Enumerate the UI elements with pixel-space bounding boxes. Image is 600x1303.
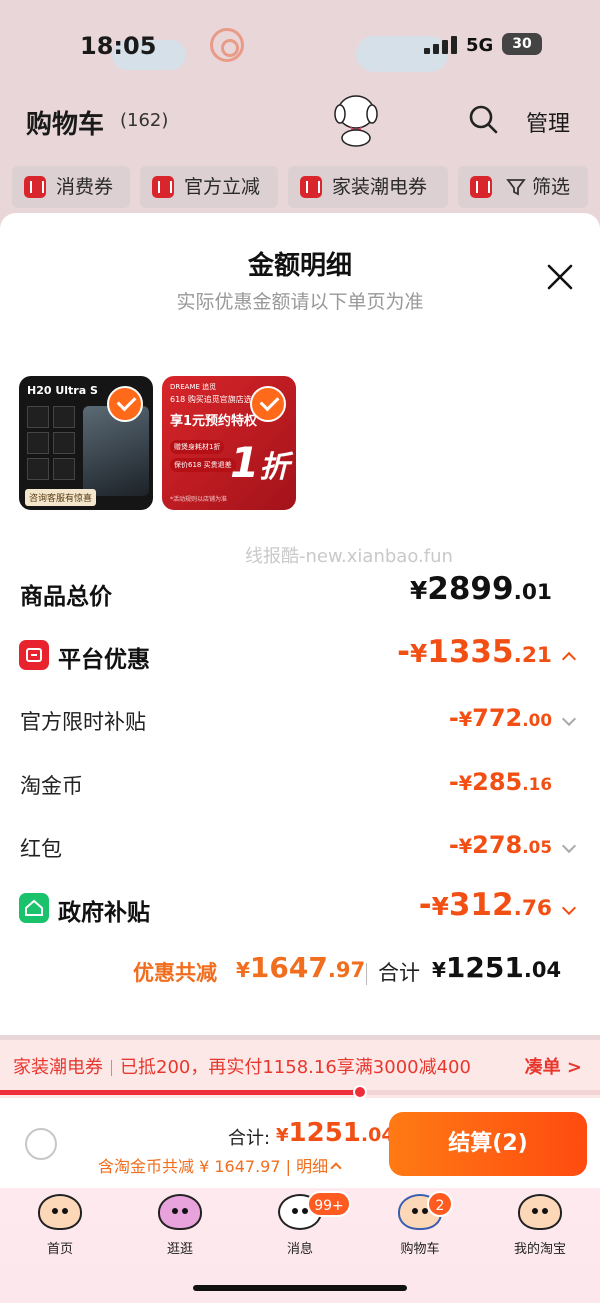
saving-value: ¥1647.97 (236, 951, 366, 984)
selected-check-icon[interactable] (250, 386, 286, 422)
row-red-packet[interactable]: 红包 -¥278.05 (0, 829, 600, 869)
lightning-icon (152, 176, 174, 198)
signal-icon (424, 34, 458, 54)
row-taobao-coins: 淘金币 -¥285.16 (20, 768, 552, 798)
sheet-title: 金额明细 (247, 251, 352, 281)
promo-footnote: *活动规则以店铺为准 (170, 496, 228, 503)
checkout-detail-toggle[interactable]: 含淘金币共减 ¥ 1647.97 | 明细 (98, 1153, 342, 1177)
status-bar: 18:05 5G 30 (0, 0, 600, 90)
product-thumbnail[interactable]: DREAME 追觅 618 购买追觅官旗店选地机 享1元预约特权 赠煲身耗材1折… (162, 376, 296, 510)
watermark: 线报酷-new.xianbao.fun (245, 546, 453, 567)
add-items-link[interactable]: 凑单 > (525, 1053, 582, 1079)
platform-discount-icon (19, 640, 49, 670)
chip-coupon[interactable]: 消费券 (12, 166, 130, 208)
red-packet-value: -¥278.05 (448, 831, 552, 859)
checkout-button[interactable]: 结算(2) (389, 1112, 587, 1176)
platform-discount-value: -¥1335.21 (397, 634, 552, 670)
page-title: 购物车 (26, 110, 105, 140)
tab-cart[interactable]: 购物车 2 (360, 1188, 480, 1258)
row-government-subsidy[interactable]: 政府补贴 -¥312.76 (0, 887, 600, 929)
total-price-value: ¥2899.01 (410, 571, 552, 607)
discount-figure: 1折 (230, 438, 290, 487)
sum-value: ¥1251.04 (432, 951, 562, 984)
sheet-subtitle: 实际优惠金额请以下单页为准 (176, 291, 424, 313)
brand-name: DREAME 追觅 (170, 383, 217, 391)
chevron-up-icon[interactable] (561, 651, 577, 667)
tab-messages[interactable]: 消息 99+ (240, 1188, 360, 1258)
search-icon[interactable] (468, 104, 498, 134)
cart-badge: 2 (427, 1191, 453, 1217)
progress-knob (353, 1085, 367, 1099)
taobao-coins-value: -¥285.16 (448, 768, 552, 796)
close-icon[interactable] (544, 261, 576, 293)
promo-text: 家装潮电券 已抵200，再实付1158.16享满3000减400 (13, 1057, 471, 1078)
tab-home[interactable]: 首页 (0, 1188, 120, 1258)
home-mascot-icon (38, 1194, 82, 1230)
chevron-down-icon[interactable] (561, 838, 577, 854)
chip-home-appliance-coupon[interactable]: 家装潮电券 (288, 166, 448, 208)
checkout-total-value: ¥1251.04 (276, 1118, 395, 1148)
divider (366, 963, 367, 985)
chevron-up-icon (330, 1161, 342, 1174)
government-subsidy-icon (19, 893, 49, 923)
sun-icon (210, 28, 244, 62)
progress-fill (0, 1090, 360, 1095)
tab-my-taobao[interactable]: 我的淘宝 (480, 1188, 600, 1258)
home-indicator (193, 1285, 407, 1291)
browse-mascot-icon (158, 1194, 202, 1230)
messages-badge: 99+ (307, 1191, 351, 1217)
row-total-price: 商品总价 ¥2899.01 (20, 571, 552, 610)
manage-button[interactable]: 管理 (526, 106, 570, 138)
coupon-icon (470, 176, 492, 198)
product-thumbnail[interactable]: H20 Ultra S 咨询客服有惊喜 (19, 376, 153, 510)
promo-pill: 保价618 买贵退差 (170, 458, 236, 472)
cart-header: 购物车 (162) 管理 (0, 90, 600, 154)
sum-label: 合计 (378, 961, 420, 985)
saving-label: 优惠共减 (133, 961, 217, 985)
tab-browse[interactable]: 逛逛 (120, 1188, 240, 1258)
promo-pill: 赠煲身耗材1折 (170, 440, 225, 454)
cart-count: (162) (120, 110, 169, 131)
filter-icon (506, 179, 526, 196)
checkout-bar: 合计: ¥1251.04 含淘金币共减 ¥ 1647.97 | 明细 结算(2) (0, 1098, 600, 1188)
promo-progress (0, 1085, 600, 1099)
row-platform-discount[interactable]: 平台优惠 -¥1335.21 (0, 634, 600, 676)
chevron-down-icon[interactable] (561, 900, 577, 916)
government-subsidy-value: -¥312.76 (418, 887, 552, 923)
product-tag: 咨询客服有惊喜 (25, 489, 97, 506)
coupon-icon (24, 176, 46, 198)
network-type: 5G (466, 35, 494, 56)
official-subsidy-value: -¥772.00 (448, 704, 552, 732)
profile-mascot-icon (518, 1194, 562, 1230)
feature-grid (27, 406, 77, 484)
chip-filter[interactable]: 筛选 (458, 166, 588, 208)
dog-mascot-icon (334, 95, 378, 147)
promo-headline: 享1元预约特权 (170, 414, 258, 429)
coupon-icon (300, 176, 322, 198)
amount-detail-sheet: 金额明细 实际优惠金额请以下单页为准 H20 Ultra S 咨询客服有惊喜 D… (0, 213, 600, 1035)
amount-summary: 优惠共减 ¥1647.97 合计 ¥1251.04 (0, 951, 600, 993)
status-time: 18:05 (80, 32, 157, 60)
chevron-down-icon[interactable] (561, 711, 577, 727)
product-title: H20 Ultra S (27, 384, 98, 397)
selected-check-icon[interactable] (107, 386, 143, 422)
battery-icon: 30 (502, 33, 542, 55)
chip-official-discount[interactable]: 官方立减 (140, 166, 278, 208)
row-official-subsidy[interactable]: 官方限时补贴 -¥772.00 (0, 702, 600, 742)
filter-chips: 消费券 官方立减 家装潮电券 筛选 (0, 160, 600, 212)
checkout-total-label: 合计: (228, 1128, 271, 1149)
select-all-checkbox[interactable] (25, 1128, 57, 1160)
